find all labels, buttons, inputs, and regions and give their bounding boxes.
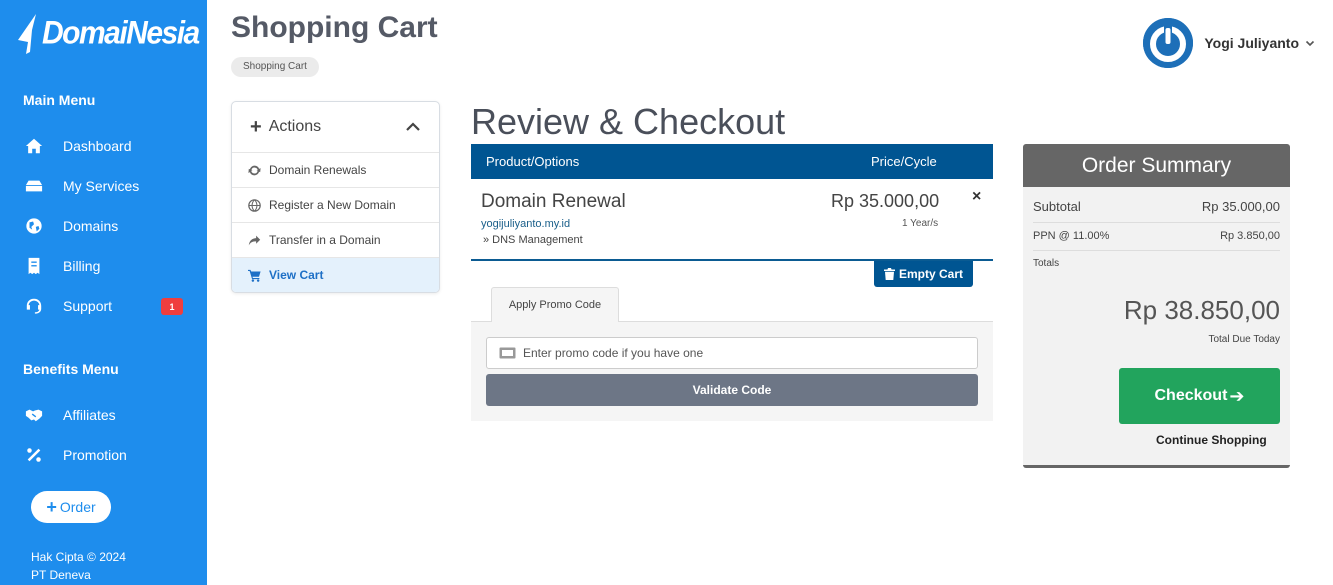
percent-icon (23, 444, 45, 466)
actions-title: Actions (268, 118, 322, 135)
receipt-icon (23, 255, 45, 277)
trash-icon (883, 268, 895, 280)
copyright-line: Hak Cipta © 2024 (31, 550, 126, 564)
main-menu-title: Main Menu (23, 92, 96, 108)
plus-icon: + (250, 115, 262, 138)
headset-icon (23, 295, 45, 317)
action-label: Register a New Domain (269, 198, 396, 212)
sidebar-item-label: Billing (63, 258, 101, 274)
arrow-right-icon: ➔ (1229, 385, 1245, 406)
promo-code-input[interactable] (523, 346, 953, 360)
order-button-label: Order (59, 499, 96, 515)
server-icon (23, 175, 45, 197)
cart-item-cycle: 1 Year/s (902, 218, 939, 229)
globe-icon (23, 215, 45, 237)
sidebar-item-label: Domains (63, 218, 119, 234)
action-transfer-domain[interactable]: Transfer in a Domain (232, 222, 439, 257)
checkout-label: Checkout (1154, 387, 1228, 404)
total-due-label: Total Due Today (1208, 334, 1280, 345)
summary-divider (1033, 250, 1280, 251)
subtotal-value: Rp 35.000,00 (1201, 199, 1280, 214)
order-button[interactable]: + Order (31, 491, 111, 523)
action-label: View Cart (269, 268, 324, 282)
sidebar-item-support[interactable]: Support 1 (23, 291, 193, 321)
sidebar: DomaiNesia Main Menu Dashboard My Servic… (0, 0, 207, 585)
remove-item-icon[interactable]: × (972, 188, 981, 206)
validate-code-button[interactable]: Validate Code (486, 374, 978, 406)
actions-panel: + Actions Domain Renewals Register a New… (231, 101, 440, 293)
promo-code-field[interactable] (486, 337, 978, 369)
totals-label: Totals (1033, 258, 1060, 269)
totals-row: Totals (1033, 258, 1280, 269)
cart-item-price: Rp 35.000,00 (831, 191, 940, 211)
col-price-cycle: Price/Cycle (871, 154, 937, 169)
avatar[interactable] (1143, 18, 1194, 68)
sidebar-item-label: My Services (63, 178, 140, 194)
breadcrumb[interactable]: Shopping Cart (231, 57, 319, 77)
action-view-cart[interactable]: View Cart (232, 257, 439, 292)
total-amount: Rp 38.850,00 (1123, 295, 1280, 325)
cart-item-domain: yogijuliyanto.my.id (481, 218, 571, 230)
order-summary-title: Order Summary (1023, 144, 1290, 187)
tax-value: Rp 3.850,00 (1220, 230, 1280, 242)
user-name: Yogi Juliyanto (1204, 35, 1299, 51)
col-product-options: Product/Options (486, 154, 580, 169)
action-domain-renewals[interactable]: Domain Renewals (232, 152, 439, 187)
sidebar-item-promotion[interactable]: Promotion (23, 440, 193, 470)
review-checkout-title: Review & Checkout (471, 101, 786, 142)
sidebar-item-billing[interactable]: Billing (23, 251, 193, 281)
tax-label: PPN @ 11.00% (1033, 230, 1110, 242)
subtotal-row: Subtotal Rp 35.000,00 (1033, 199, 1280, 214)
benefits-menu-title: Benefits Menu (23, 361, 119, 377)
company-name: PT Deneva (31, 568, 91, 582)
sidebar-item-label: Promotion (63, 447, 127, 463)
sidebar-item-label: Dashboard (63, 138, 132, 154)
ticket-icon (499, 347, 516, 359)
globe-icon (248, 198, 261, 212)
user-menu[interactable]: Yogi Juliyanto (1143, 18, 1315, 68)
sidebar-item-dashboard[interactable]: Dashboard (23, 131, 193, 161)
order-summary: Order Summary Subtotal Rp 35.000,00 PPN … (1023, 144, 1290, 468)
refresh-icon (248, 165, 261, 175)
action-register-domain[interactable]: Register a New Domain (232, 187, 439, 222)
action-label: Domain Renewals (269, 163, 367, 177)
chevron-down-icon (1305, 40, 1315, 47)
cart-item-addon: » DNS Management (483, 234, 583, 246)
checkout-button[interactable]: Checkout ➔ (1119, 368, 1280, 424)
cart-table-header: Product/Options Price/Cycle (471, 144, 993, 179)
tab-apply-promo-code[interactable]: Apply Promo Code (491, 287, 619, 322)
empty-cart-button[interactable]: Empty Cart (874, 261, 973, 287)
page-title: Shopping Cart (231, 11, 438, 44)
support-count-badge: 1 (161, 298, 183, 315)
brand-logo[interactable]: DomaiNesia (16, 12, 200, 56)
sidebar-item-label: Affiliates (63, 407, 116, 423)
action-label: Transfer in a Domain (269, 233, 381, 247)
sidebar-item-affiliates[interactable]: Affiliates (23, 400, 193, 430)
home-icon (23, 135, 45, 157)
actions-panel-header[interactable]: + Actions (232, 102, 439, 152)
sidebar-item-domains[interactable]: Domains (23, 211, 193, 241)
promo-panel (471, 321, 993, 421)
tax-row: PPN @ 11.00% Rp 3.850,00 (1033, 230, 1280, 242)
cart-item-name: Domain Renewal (481, 191, 626, 212)
chevron-up-icon[interactable] (405, 119, 421, 135)
plus-icon: + (46, 497, 57, 517)
subtotal-label: Subtotal (1033, 199, 1081, 214)
handshake-icon (23, 404, 45, 426)
power-logo-icon (1143, 18, 1194, 68)
copyright: Hak Cipta © 2024 PT Deneva (31, 548, 126, 584)
continue-shopping-link[interactable]: Continue Shopping (1156, 433, 1267, 447)
empty-cart-label: Empty Cart (898, 267, 963, 281)
cart-icon (248, 269, 261, 282)
logo-text: DomaiNesia (42, 15, 200, 52)
domainesia-logo-icon (16, 12, 40, 56)
summary-divider (1033, 222, 1280, 223)
sidebar-item-my-services[interactable]: My Services (23, 171, 193, 201)
sidebar-item-label: Support (63, 298, 113, 314)
share-arrow-icon (248, 235, 261, 245)
